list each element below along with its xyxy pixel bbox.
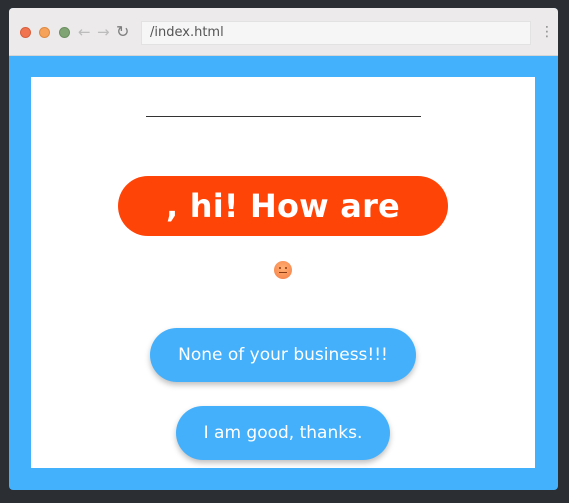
reply-button-i-am-good[interactable]: I am good, thanks. xyxy=(176,406,390,460)
minimize-window-button[interactable] xyxy=(39,27,50,38)
neutral-face-emoji-icon xyxy=(274,261,292,279)
greeting-bubble: , hi! How are you? xyxy=(118,176,448,285)
reload-icon[interactable]: ↻ xyxy=(116,23,129,41)
close-window-button[interactable] xyxy=(20,27,31,38)
page-content: , hi! How are you? None of your business… xyxy=(31,77,535,468)
browser-window: ← → ↻ /index.html ⋮ , hi! How are you? N… xyxy=(9,8,558,490)
name-input-line[interactable] xyxy=(146,116,421,117)
forward-arrow-icon[interactable]: → xyxy=(97,23,110,41)
back-arrow-icon[interactable]: ← xyxy=(78,23,91,41)
address-bar[interactable]: /index.html xyxy=(141,21,531,45)
reply-button-none-of-your-business[interactable]: None of your business!!! xyxy=(150,328,416,382)
maximize-window-button[interactable] xyxy=(59,27,70,38)
browser-toolbar: ← → ↻ /index.html ⋮ xyxy=(9,8,558,56)
browser-menu-icon[interactable]: ⋮ xyxy=(540,23,554,41)
